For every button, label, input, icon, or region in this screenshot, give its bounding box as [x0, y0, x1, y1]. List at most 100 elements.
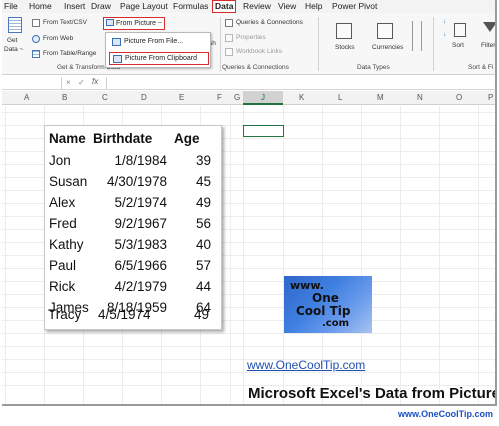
column-header[interactable]: C [102, 93, 108, 102]
menu-file[interactable]: File [4, 1, 18, 11]
properties-button[interactable]: Properties [236, 34, 266, 41]
column-header[interactable]: A [24, 93, 29, 102]
column-headers: A B C D E F G J K L M N O P [2, 91, 495, 105]
text-csv-icon [32, 19, 40, 27]
cell-birthdate: 4/5/1974 [98, 307, 151, 322]
sort-icon [454, 23, 466, 37]
fx-icon[interactable]: fx [92, 77, 98, 86]
ribbon: Get Data ~ From Text/CSV From Web From T… [2, 13, 495, 75]
column-header[interactable]: F [217, 93, 222, 102]
menu-power-pivot[interactable]: Power Pivot [332, 1, 377, 11]
from-picture-button[interactable]: From Picture ~ [103, 17, 166, 30]
workbook-links-button[interactable]: Workbook Links [236, 48, 282, 55]
column-header[interactable]: E [179, 93, 184, 102]
column-header[interactable]: M [377, 93, 384, 102]
menu-draw[interactable]: Draw [91, 1, 111, 11]
excel-window: File Home Insert Draw Page Layout Formul… [2, 0, 497, 406]
cell-age: 56 [195, 216, 211, 231]
cell-name: Rick [49, 279, 76, 294]
logo-line-2: One [312, 291, 339, 305]
sort-az-icon[interactable]: ↓ [443, 19, 451, 27]
from-table-range-button[interactable]: From Table/Range [43, 50, 96, 57]
ribbon-separator [220, 17, 221, 71]
cell-birthdate: 4/30/1978 [106, 174, 167, 189]
enter-icon[interactable]: ✓ [78, 78, 85, 87]
name-box[interactable] [2, 77, 62, 89]
menu-formulas[interactable]: Formulas [173, 1, 208, 11]
footer-link[interactable]: www.OneCoolTip.com [398, 409, 493, 419]
file-picture-icon [112, 38, 121, 46]
menu-bar: File Home Insert Draw Page Layout Formul… [2, 0, 495, 13]
cell-birthdate: 5/2/1974 [114, 195, 167, 210]
properties-icon [225, 34, 233, 42]
cell-birthdate: 9/2/1967 [114, 216, 167, 231]
picture-icon [106, 19, 114, 26]
cell-name: Fred [49, 216, 77, 231]
sort-button[interactable]: Sort [452, 42, 464, 49]
column-header[interactable]: N [417, 93, 423, 102]
currencies-button[interactable]: Currencies [372, 44, 403, 51]
picture-from-clipboard-label: Picture From Clipboard [125, 55, 197, 62]
group-sort-filter: Sort & Fi [468, 64, 494, 71]
from-picture-label: From Picture ~ [116, 20, 163, 27]
column-header[interactable]: O [456, 93, 462, 102]
cell-name: Kathy [49, 237, 84, 252]
cell-age: 39 [195, 153, 211, 168]
picture-from-file-item[interactable]: Picture From File... [109, 36, 183, 49]
site-link[interactable]: www.OneCoolTip.com [247, 358, 365, 372]
group-data-types: Data Types [357, 64, 390, 71]
ribbon-separator [433, 17, 434, 71]
get-data-label[interactable]: Get [7, 37, 17, 44]
cell-name: Tracy [48, 307, 82, 322]
table-range-icon [32, 50, 40, 58]
formula-divider [106, 77, 107, 89]
cell-name: Paul [49, 258, 77, 273]
currencies-icon [377, 23, 393, 39]
column-header[interactable]: J [261, 93, 265, 102]
cell-birthdate: 1/8/1984 [114, 153, 167, 168]
menu-data[interactable]: Data [212, 0, 237, 13]
sort-za-icon[interactable]: ↓ [443, 32, 451, 40]
stocks-icon [336, 23, 352, 39]
menu-insert[interactable]: Insert [64, 1, 85, 11]
picture-from-clipboard-item[interactable]: Picture From Clipboard [109, 52, 209, 65]
ribbon-separator [318, 17, 319, 71]
cell-birthdate: 6/5/1966 [114, 258, 167, 273]
picture-from-file-label: Picture From File... [124, 38, 184, 45]
logo-line-3: Cool Tip [296, 304, 351, 318]
workbook-links-icon [225, 48, 233, 56]
header-name: Name [49, 131, 86, 146]
get-data-label-2[interactable]: Data ~ [4, 46, 23, 53]
menu-page-layout[interactable]: Page Layout [120, 1, 168, 11]
column-header[interactable]: K [299, 93, 304, 102]
selected-cell[interactable] [243, 125, 284, 137]
from-web-button[interactable]: From Web [43, 35, 73, 42]
menu-help[interactable]: Help [305, 1, 322, 11]
onecooltip-logo: www. One Cool Tip .com [284, 276, 372, 333]
data-table-picture[interactable]: Name Birthdate Age Jon 1/8/1984 39 Susan… [44, 125, 222, 330]
data-types-scroll-icon[interactable] [412, 21, 422, 51]
column-header[interactable]: B [62, 93, 67, 102]
stocks-button[interactable]: Stocks [335, 44, 355, 51]
column-header[interactable]: D [141, 93, 147, 102]
column-header[interactable]: L [338, 93, 342, 102]
header-birthdate: Birthdate [93, 131, 153, 146]
queries-icon [225, 19, 233, 27]
filter-button[interactable]: Filter [481, 42, 495, 49]
menu-home[interactable]: Home [29, 1, 52, 11]
queries-connections-button[interactable]: Queries & Connections [236, 19, 303, 26]
clipboard-picture-icon [113, 55, 122, 63]
from-text-csv-button[interactable]: From Text/CSV [43, 19, 87, 26]
formula-bar: × ✓ fx [2, 76, 495, 90]
cell-age: 57 [195, 258, 211, 273]
column-header[interactable]: P [488, 93, 493, 102]
column-header[interactable]: G [234, 93, 240, 102]
menu-review[interactable]: Review [243, 1, 271, 11]
cell-birthdate: 5/3/1983 [114, 237, 167, 252]
cancel-icon[interactable]: × [66, 78, 71, 87]
menu-view[interactable]: View [278, 1, 296, 11]
cell-name: Alex [49, 195, 76, 210]
from-picture-dropdown: Picture From File... Picture From Clipbo… [105, 32, 211, 68]
group-queries: Queries & Connections [222, 64, 289, 71]
filter-icon [483, 22, 495, 32]
